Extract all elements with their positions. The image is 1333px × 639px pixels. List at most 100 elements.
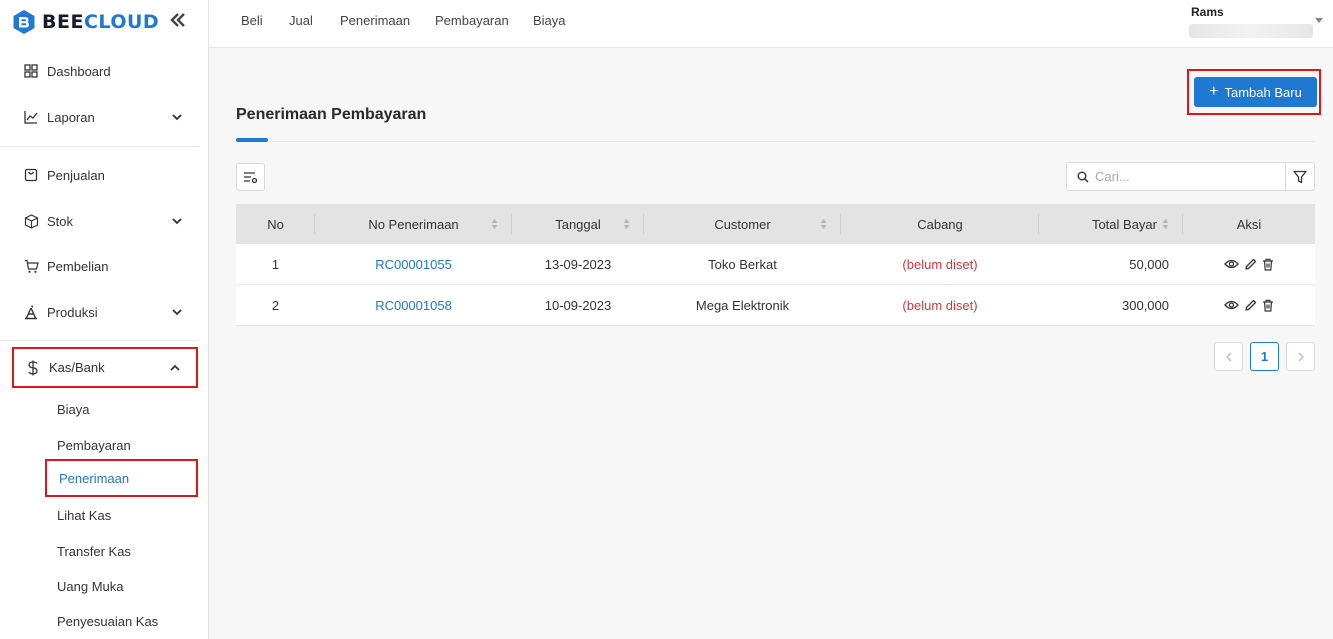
cart-icon: [20, 259, 42, 274]
delete-trash-icon[interactable]: [1262, 258, 1274, 271]
chevron-down-icon: [172, 218, 182, 225]
page-number-button[interactable]: 1: [1250, 342, 1279, 371]
submenu-item-label: Lihat Kas: [57, 507, 112, 523]
view-eye-icon[interactable]: [1224, 299, 1239, 311]
header-customer[interactable]: Customer: [644, 204, 841, 244]
table-row: 2 RC00001058 10-09-2023 Mega Elektronik …: [236, 285, 1315, 326]
add-button-highlight: + Tambah Baru: [1187, 69, 1321, 115]
submenu-item-label: Pembayaran: [57, 437, 131, 453]
view-eye-icon[interactable]: [1224, 258, 1239, 270]
sort-icon[interactable]: [623, 218, 630, 230]
sidebar-item-dashboard[interactable]: Dashboard: [12, 52, 198, 90]
header-no: No: [236, 204, 315, 244]
edit-pencil-icon[interactable]: [1244, 299, 1257, 312]
header-label: Aksi: [1236, 216, 1262, 232]
submenu-item-penyesuaian-kas[interactable]: Penyesuaian Kas: [45, 603, 198, 639]
delete-trash-icon[interactable]: [1262, 299, 1274, 312]
cell-total: 300,000: [1122, 297, 1169, 313]
search-input[interactable]: [1095, 169, 1275, 184]
sidebar-item-label: Produksi: [47, 304, 98, 320]
submenu-item-biaya[interactable]: Biaya: [45, 391, 198, 427]
submenu-item-label: Transfer Kas: [57, 543, 131, 559]
header-label: Cabang: [917, 216, 963, 232]
row-actions: [1183, 285, 1315, 325]
header-label: No: [267, 216, 284, 232]
receipts-table: No No Penerimaan Tanggal Customer Cabang…: [236, 204, 1315, 326]
cell-no: 2: [271, 297, 280, 313]
sort-icon[interactable]: [491, 218, 498, 230]
sidebar-item-penjualan[interactable]: Penjualan: [12, 156, 198, 194]
sidebar-item-label: Pembelian: [47, 258, 109, 274]
submenu-item-pembayaran[interactable]: Pembayaran: [45, 427, 198, 463]
submenu-item-penerimaan[interactable]: Penerimaan: [45, 459, 198, 497]
sidebar-item-stok[interactable]: Stok: [12, 202, 198, 240]
user-menu-caret-icon[interactable]: [1315, 18, 1323, 23]
user-name[interactable]: Rams: [1191, 5, 1224, 19]
sidebar-item-label: Kas/Bank: [49, 360, 105, 375]
sidebar-divider: [0, 146, 199, 147]
topnav-jual[interactable]: Jual: [289, 13, 313, 28]
header-no-penerimaan[interactable]: No Penerimaan: [315, 204, 512, 244]
header-label: Customer: [714, 216, 771, 232]
column-settings-button[interactable]: [236, 163, 265, 191]
chevron-down-icon: [172, 309, 182, 316]
user-subtitle-redacted: [1189, 24, 1313, 38]
sidebar-item-produksi[interactable]: Produksi: [12, 293, 198, 331]
header-total-bayar[interactable]: Total Bayar: [1039, 204, 1183, 244]
cell-date: 13-09-2023: [544, 256, 612, 272]
edit-pencil-icon[interactable]: [1244, 258, 1257, 271]
prev-page-button[interactable]: [1214, 342, 1243, 371]
chevron-up-icon: [170, 364, 180, 371]
logo-hexagon-icon: [13, 10, 35, 34]
dashboard-grid-icon: [20, 64, 42, 78]
header-label: Total Bayar: [1091, 216, 1157, 232]
topnav-pembayaran[interactable]: Pembayaran: [435, 13, 509, 28]
chevron-left-icon: [1225, 352, 1231, 361]
column-settings-icon: [244, 171, 258, 183]
title-accent-bar: [236, 138, 268, 142]
sidebar-item-pembelian[interactable]: Pembelian: [12, 247, 198, 285]
cell-date: 10-09-2023: [544, 297, 612, 313]
sort-icon[interactable]: [820, 218, 827, 230]
production-icon: [20, 304, 42, 320]
line-chart-icon: [20, 110, 42, 124]
header-cabang: Cabang: [841, 204, 1039, 244]
sidebar-item-kas-bank[interactable]: Kas/Bank: [12, 347, 198, 388]
sidebar-item-label: Dashboard: [47, 63, 111, 79]
add-new-button[interactable]: + Tambah Baru: [1194, 77, 1317, 107]
topnav-biaya[interactable]: Biaya: [533, 13, 566, 28]
sidebar-item-laporan[interactable]: Laporan: [12, 98, 198, 136]
filter-button[interactable]: [1286, 162, 1315, 191]
submenu-item-lihat-kas[interactable]: Lihat Kas: [45, 497, 198, 533]
sort-icon[interactable]: [1162, 218, 1169, 230]
cell-customer: Mega Elektronik: [695, 297, 790, 313]
add-new-label: Tambah Baru: [1224, 84, 1302, 100]
submenu-item-label: Uang Muka: [57, 578, 124, 594]
submenu-item-uang-muka[interactable]: Uang Muka: [45, 568, 198, 604]
submenu-item-label: Penerimaan: [59, 470, 130, 486]
header-aksi: Aksi: [1183, 204, 1315, 244]
table-row: 1 RC00001055 13-09-2023 Toko Berkat (bel…: [236, 244, 1315, 285]
dollar-icon: [22, 360, 44, 376]
box-icon: [20, 213, 42, 229]
chevron-right-icon: [1298, 352, 1304, 361]
chevron-down-icon: [172, 114, 182, 121]
logo[interactable]: BEECLOUD: [12, 8, 159, 36]
sidebar: BEECLOUD Dashboard Laporan Penjualan Sto…: [0, 0, 209, 639]
shopping-bag-icon: [20, 168, 42, 182]
page-title: Penerimaan Pembayaran: [236, 106, 427, 123]
plus-icon: +: [1209, 83, 1219, 100]
cell-branch: (belum diset): [902, 256, 978, 272]
topnav-penerimaan[interactable]: Penerimaan: [340, 13, 410, 28]
submenu-item-transfer-kas[interactable]: Transfer Kas: [45, 533, 198, 569]
cell-total: 50,000: [1129, 256, 1169, 272]
receipt-number-link[interactable]: RC00001058: [375, 298, 452, 313]
topnav-beli[interactable]: Beli: [241, 13, 263, 28]
sidebar-item-label: Laporan: [47, 109, 95, 125]
sidebar-item-label: Penjualan: [47, 167, 105, 183]
receipt-number-link[interactable]: RC00001055: [375, 257, 452, 272]
header-tanggal[interactable]: Tanggal: [512, 204, 644, 244]
next-page-button[interactable]: [1286, 342, 1315, 371]
cell-branch: (belum diset): [902, 297, 978, 313]
collapse-sidebar-icon[interactable]: [168, 10, 190, 32]
